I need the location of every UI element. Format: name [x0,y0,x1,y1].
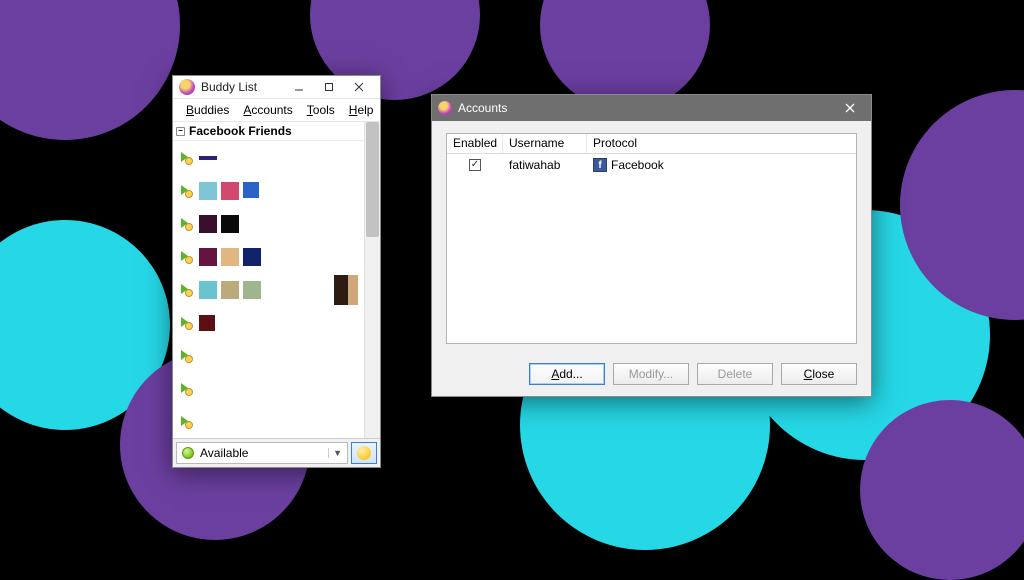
buddy-name-redaction [221,215,239,233]
buddy-online-icon [179,415,193,429]
accounts-titlebar[interactable]: Accounts [432,95,871,121]
status-selector[interactable]: Available ▼ [176,442,348,464]
buddy-online-icon [179,316,193,330]
buddy-name-redaction [221,182,239,200]
check-icon: ✓ [471,160,479,170]
modify-button[interactable]: Modify... [613,363,689,385]
account-row[interactable]: ✓ fatiwahab f Facebook [447,154,856,176]
buddy-name-redaction [199,281,217,299]
minimize-button[interactable] [284,76,314,98]
buddy-name-redaction [199,156,217,160]
buddy-name [199,215,358,233]
buddy-name [199,281,328,299]
menu-help[interactable]: Help [342,101,381,119]
buddy-name-redaction [221,248,239,266]
buddy-name-redaction [243,281,261,299]
buddy-online-icon [179,382,193,396]
buddy-item[interactable] [173,372,364,405]
menu-buddies[interactable]: Buddies [179,101,236,119]
buddy-list-titlebar[interactable]: Buddy List [173,76,380,99]
chevron-down-icon: ▼ [328,448,342,458]
menu-accounts[interactable]: Accounts [236,101,299,119]
accounts-table[interactable]: Enabled Username Protocol ✓ fatiwahab f … [446,133,857,344]
buddy-item[interactable] [173,174,364,207]
buddy-name-redaction [221,281,239,299]
mood-button[interactable] [351,442,377,464]
status-label: Available [200,446,322,460]
buddy-name-redaction [199,182,217,200]
buddy-item[interactable] [173,240,364,273]
buddy-name [199,248,358,266]
buddy-name [199,182,358,200]
pidgin-app-icon [179,79,195,95]
menu-tools[interactable]: Tools [300,101,342,119]
close-accounts-button[interactable]: Close [781,363,857,385]
col-header-enabled[interactable]: Enabled [447,134,503,153]
accounts-window: Accounts Enabled Username Protocol ✓ fat… [431,94,872,397]
available-status-icon [182,447,194,459]
account-username: fatiwahab [503,158,587,172]
buddy-group-header[interactable]: − Facebook Friends [173,122,364,141]
buddy-online-icon [179,184,193,198]
buddy-item[interactable] [173,405,364,438]
close-button[interactable] [344,76,374,98]
accounts-body: Enabled Username Protocol ✓ fatiwahab f … [432,121,871,356]
buddy-online-icon [179,217,193,231]
delete-button[interactable]: Delete [697,363,773,385]
buddy-list-menubar: Buddies Accounts Tools Help [173,99,380,122]
buddy-item[interactable] [173,141,364,174]
col-header-protocol[interactable]: Protocol [587,134,856,153]
buddy-online-icon [179,250,193,264]
buddy-item[interactable] [173,306,364,339]
pidgin-app-icon [438,101,452,115]
buddy-online-icon [179,349,193,363]
accounts-table-header: Enabled Username Protocol [447,134,856,154]
wallpaper-circle [860,400,1024,580]
enabled-checkbox[interactable]: ✓ [469,159,481,171]
facebook-icon: f [593,158,607,172]
buddy-online-icon [179,151,193,165]
account-protocol: Facebook [611,158,664,172]
buddy-list-window: Buddy List Buddies Accounts Tools Help −… [172,75,381,468]
col-header-username[interactable]: Username [503,134,587,153]
accounts-button-row: Add... Modify... Delete Close [432,356,871,396]
buddy-online-icon [179,283,193,297]
accounts-title: Accounts [458,101,835,115]
buddy-name-redaction [243,248,261,266]
wallpaper-circle [0,0,180,140]
buddy-item[interactable] [173,207,364,240]
buddy-name-redaction [199,248,217,266]
buddy-name [199,156,358,160]
status-bar: Available ▼ [173,438,380,467]
buddy-avatar [334,275,358,305]
close-button[interactable] [835,98,865,118]
collapse-icon[interactable]: − [176,127,185,136]
buddy-item[interactable] [173,339,364,372]
scrollbar-thumb[interactable] [366,122,379,237]
buddy-list[interactable]: − Facebook Friends [173,122,364,438]
buddy-list-scrollbar[interactable] [364,122,380,438]
maximize-button[interactable] [314,76,344,98]
buddy-name-redaction [199,315,215,331]
buddy-list-title: Buddy List [201,80,284,94]
buddy-name [199,315,358,331]
smiley-icon [357,446,371,460]
buddy-group-label: Facebook Friends [189,124,292,138]
buddy-name-redaction [243,182,259,198]
buddy-name-redaction [199,215,217,233]
buddy-item[interactable] [173,273,364,306]
add-button[interactable]: Add... [529,363,605,385]
